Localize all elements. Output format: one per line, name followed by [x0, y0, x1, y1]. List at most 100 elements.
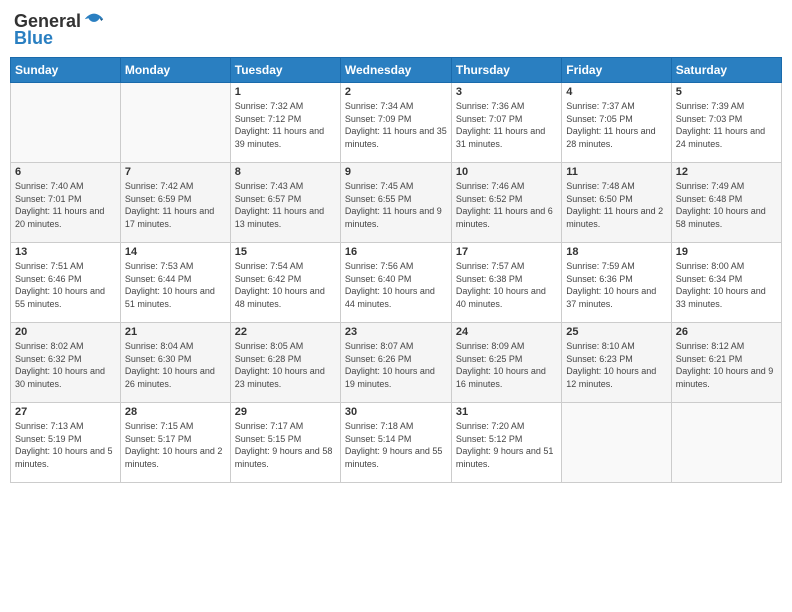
day-info: Sunrise: 7:53 AM Sunset: 6:44 PM Dayligh… [125, 260, 226, 310]
day-number: 1 [235, 86, 336, 98]
calendar-cell: 29 Sunrise: 7:17 AM Sunset: 5:15 PM Dayli… [230, 403, 340, 483]
day-number: 21 [125, 326, 226, 338]
day-number: 31 [456, 406, 557, 418]
day-info: Sunrise: 7:59 AM Sunset: 6:36 PM Dayligh… [566, 260, 666, 310]
day-number: 27 [15, 406, 116, 418]
calendar-cell: 5 Sunrise: 7:39 AM Sunset: 7:03 PM Daylig… [671, 83, 781, 163]
day-info: Sunrise: 7:51 AM Sunset: 6:46 PM Dayligh… [15, 260, 116, 310]
logo-bird-icon [83, 10, 105, 32]
day-number: 3 [456, 86, 557, 98]
calendar-week-row: 1 Sunrise: 7:32 AM Sunset: 7:12 PM Daylig… [11, 83, 782, 163]
calendar-cell: 27Sunrise: 7:13 AM Sunset: 5:19 PM Dayli… [11, 403, 121, 483]
day-number: 18 [566, 246, 666, 258]
day-header-sunday: Sunday [11, 58, 121, 83]
calendar-cell: 11 Sunrise: 7:48 AM Sunset: 6:50 PM Dayli… [562, 163, 671, 243]
day-number: 19 [676, 246, 777, 258]
calendar-cell: 2 Sunrise: 7:34 AM Sunset: 7:09 PM Daylig… [340, 83, 451, 163]
calendar-cell: 20 Sunrise: 8:02 AM Sunset: 6:32 PM Dayli… [11, 323, 121, 403]
day-number: 15 [235, 246, 336, 258]
day-number: 22 [235, 326, 336, 338]
day-info: Sunrise: 7:56 AM Sunset: 6:40 PM Dayligh… [345, 260, 447, 310]
day-header-saturday: Saturday [671, 58, 781, 83]
day-number: 2 [345, 86, 447, 98]
day-info: Sunrise: 7:36 AM Sunset: 7:07 PM Dayligh… [456, 100, 557, 150]
day-header-friday: Friday [562, 58, 671, 83]
calendar-cell [120, 83, 230, 163]
day-info: Sunrise: 7:20 AM Sunset: 5:12 PM Dayligh… [456, 420, 557, 470]
day-info: Sunrise: 7:39 AM Sunset: 7:03 PM Dayligh… [676, 100, 777, 150]
day-info: Sunrise: 7:46 AM Sunset: 6:52 PM Dayligh… [456, 180, 557, 230]
calendar-cell: 28Sunrise: 7:15 AM Sunset: 5:17 PM Dayli… [120, 403, 230, 483]
day-header-wednesday: Wednesday [340, 58, 451, 83]
day-number: 17 [456, 246, 557, 258]
day-number: 23 [345, 326, 447, 338]
day-info: Sunrise: 7:45 AM Sunset: 6:55 PM Dayligh… [345, 180, 447, 230]
day-info: Sunrise: 8:10 AM Sunset: 6:23 PM Dayligh… [566, 340, 666, 390]
day-info: Sunrise: 8:07 AM Sunset: 6:26 PM Dayligh… [345, 340, 447, 390]
calendar-cell: 21 Sunrise: 8:04 AM Sunset: 6:30 PM Dayli… [120, 323, 230, 403]
calendar-week-row: 6Sunrise: 7:40 AM Sunset: 7:01 PM Daylig… [11, 163, 782, 243]
calendar-cell: 8Sunrise: 7:43 AM Sunset: 6:57 PM Daylig… [230, 163, 340, 243]
logo: General Blue [14, 10, 105, 49]
day-number: 13 [15, 246, 116, 258]
day-number: 11 [566, 166, 666, 178]
day-header-thursday: Thursday [451, 58, 561, 83]
day-number: 29 [235, 406, 336, 418]
day-number: 25 [566, 326, 666, 338]
calendar-cell: 31 Sunrise: 7:20 AM Sunset: 5:12 PM Dayli… [451, 403, 561, 483]
day-number: 14 [125, 246, 226, 258]
day-header-monday: Monday [120, 58, 230, 83]
calendar-cell: 1 Sunrise: 7:32 AM Sunset: 7:12 PM Daylig… [230, 83, 340, 163]
calendar-cell: 16 Sunrise: 7:56 AM Sunset: 6:40 PM Dayli… [340, 243, 451, 323]
calendar-cell: 19 Sunrise: 8:00 AM Sunset: 6:34 PM Dayli… [671, 243, 781, 323]
day-info: Sunrise: 7:42 AM Sunset: 6:59 PM Dayligh… [125, 180, 226, 230]
day-info: Sunrise: 7:49 AM Sunset: 6:48 PM Dayligh… [676, 180, 777, 230]
calendar-cell: 6Sunrise: 7:40 AM Sunset: 7:01 PM Daylig… [11, 163, 121, 243]
calendar-cell: 23 Sunrise: 8:07 AM Sunset: 6:26 PM Dayli… [340, 323, 451, 403]
day-info: Sunrise: 8:02 AM Sunset: 6:32 PM Dayligh… [15, 340, 116, 390]
day-number: 4 [566, 86, 666, 98]
day-info: Sunrise: 8:09 AM Sunset: 6:25 PM Dayligh… [456, 340, 557, 390]
calendar-cell: 13 Sunrise: 7:51 AM Sunset: 6:46 PM Dayli… [11, 243, 121, 323]
day-info: Sunrise: 7:32 AM Sunset: 7:12 PM Dayligh… [235, 100, 336, 150]
day-info: Sunrise: 7:34 AM Sunset: 7:09 PM Dayligh… [345, 100, 447, 150]
day-number: 20 [15, 326, 116, 338]
calendar-cell: 15Sunrise: 7:54 AM Sunset: 6:42 PM Dayli… [230, 243, 340, 323]
day-info: Sunrise: 7:48 AM Sunset: 6:50 PM Dayligh… [566, 180, 666, 230]
day-number: 9 [345, 166, 447, 178]
day-info: Sunrise: 8:05 AM Sunset: 6:28 PM Dayligh… [235, 340, 336, 390]
day-info: Sunrise: 8:12 AM Sunset: 6:21 PM Dayligh… [676, 340, 777, 390]
calendar-cell: 12Sunrise: 7:49 AM Sunset: 6:48 PM Dayli… [671, 163, 781, 243]
day-info: Sunrise: 8:00 AM Sunset: 6:34 PM Dayligh… [676, 260, 777, 310]
day-number: 7 [125, 166, 226, 178]
calendar-week-row: 20 Sunrise: 8:02 AM Sunset: 6:32 PM Dayli… [11, 323, 782, 403]
calendar-cell [671, 403, 781, 483]
calendar-cell: 22 Sunrise: 8:05 AM Sunset: 6:28 PM Dayli… [230, 323, 340, 403]
calendar-cell: 26 Sunrise: 8:12 AM Sunset: 6:21 PM Dayli… [671, 323, 781, 403]
day-number: 30 [345, 406, 447, 418]
page-header: General Blue [10, 10, 782, 49]
day-info: Sunrise: 7:57 AM Sunset: 6:38 PM Dayligh… [456, 260, 557, 310]
day-number: 26 [676, 326, 777, 338]
calendar-cell: 30 Sunrise: 7:18 AM Sunset: 5:14 PM Dayli… [340, 403, 451, 483]
day-number: 28 [125, 406, 226, 418]
day-number: 5 [676, 86, 777, 98]
calendar-cell: 10 Sunrise: 7:46 AM Sunset: 6:52 PM Dayli… [451, 163, 561, 243]
calendar-cell [562, 403, 671, 483]
calendar-cell: 25 Sunrise: 8:10 AM Sunset: 6:23 PM Dayli… [562, 323, 671, 403]
calendar-cell: 17 Sunrise: 7:57 AM Sunset: 6:38 PM Dayli… [451, 243, 561, 323]
day-number: 24 [456, 326, 557, 338]
day-header-tuesday: Tuesday [230, 58, 340, 83]
day-info: Sunrise: 7:17 AM Sunset: 5:15 PM Dayligh… [235, 420, 336, 470]
day-number: 10 [456, 166, 557, 178]
calendar-cell: 18 Sunrise: 7:59 AM Sunset: 6:36 PM Dayli… [562, 243, 671, 323]
day-info: Sunrise: 7:18 AM Sunset: 5:14 PM Dayligh… [345, 420, 447, 470]
day-info: Sunrise: 8:04 AM Sunset: 6:30 PM Dayligh… [125, 340, 226, 390]
logo-text: General Blue [14, 10, 105, 49]
day-number: 16 [345, 246, 447, 258]
calendar-cell: 24 Sunrise: 8:09 AM Sunset: 6:25 PM Dayli… [451, 323, 561, 403]
day-info: Sunrise: 7:40 AM Sunset: 7:01 PM Dayligh… [15, 180, 116, 230]
calendar-table: SundayMondayTuesdayWednesdayThursdayFrid… [10, 57, 782, 483]
days-header-row: SundayMondayTuesdayWednesdayThursdayFrid… [11, 58, 782, 83]
calendar-cell [11, 83, 121, 163]
